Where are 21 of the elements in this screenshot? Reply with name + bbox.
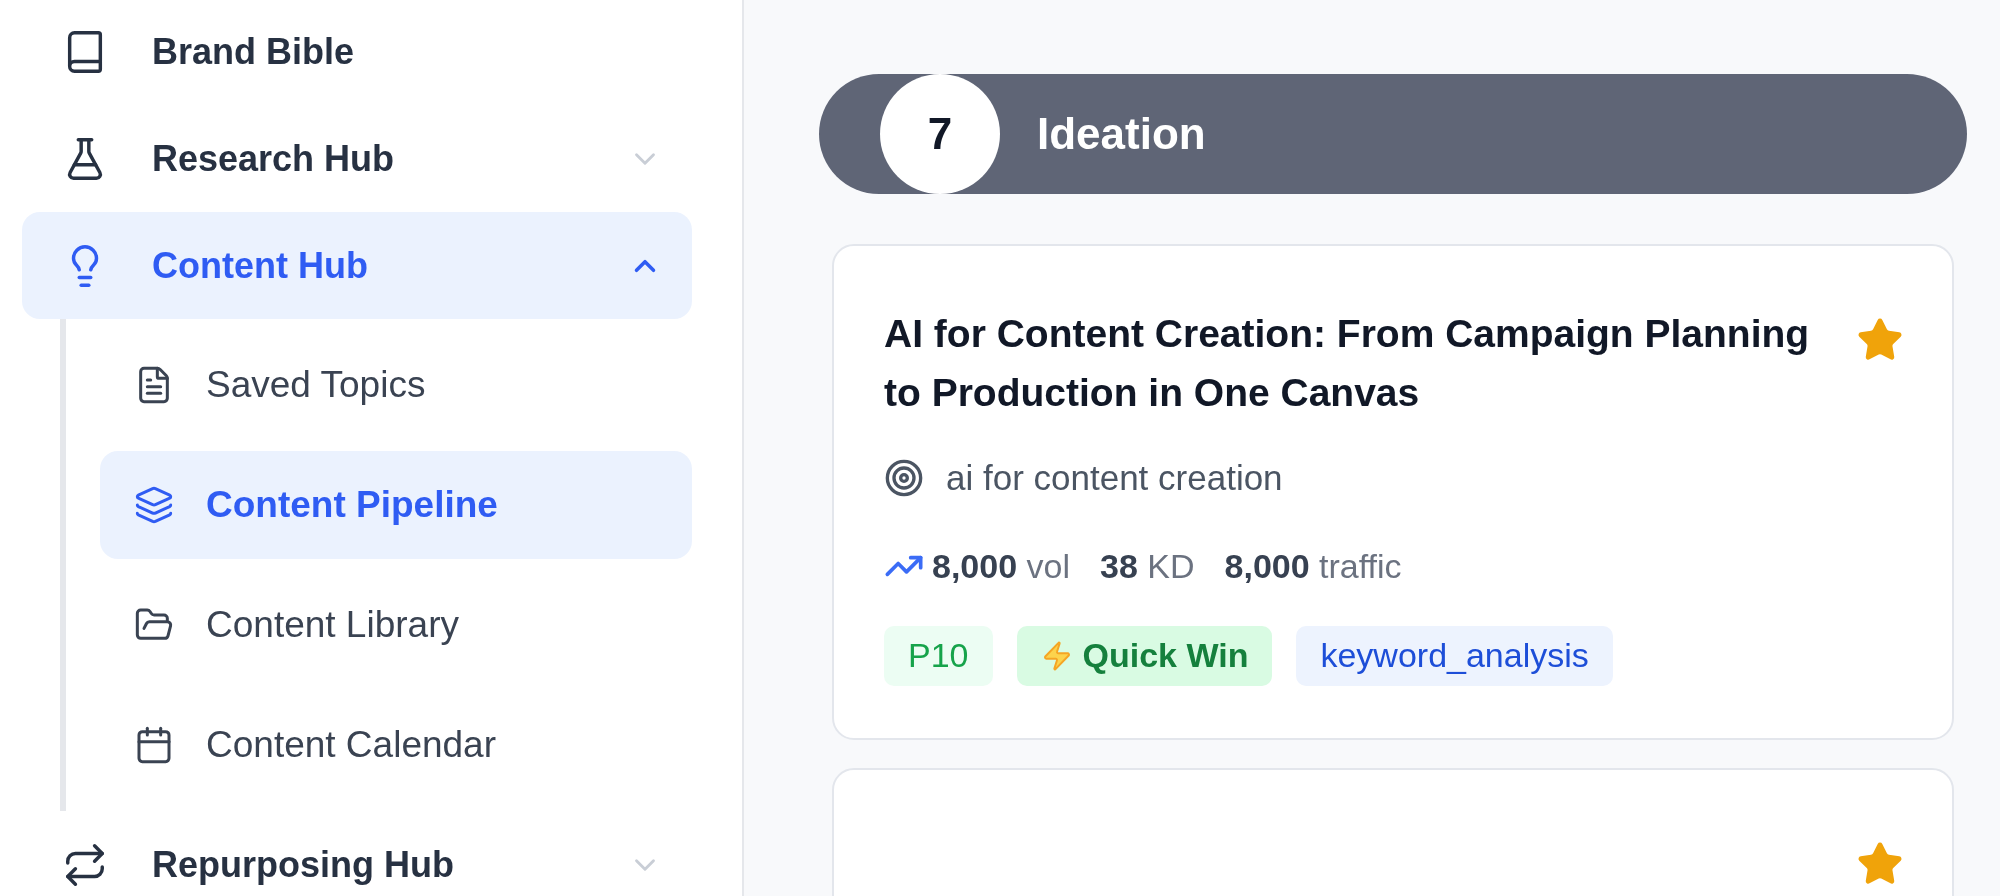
keyword-text: ai for content creation: [946, 457, 1283, 499]
sidebar-item[interactable]: Brand Bible: [22, 0, 692, 105]
topic-card[interactable]: AI for Content Creation: From Campaign Planning to Production in One Canvas ai for content creation 8,000 vol 38 KD 8,000 traffic P10 Quick Win keyword_analysis: [832, 244, 1954, 740]
layers-icon: [134, 485, 174, 525]
tag: Quick Win: [1016, 625, 1273, 686]
stat-text: 8,000 traffic: [1224, 545, 1402, 587]
tag: keyword_analysis: [1296, 625, 1613, 686]
sidebar-item[interactable]: Content Hub: [22, 212, 692, 319]
sidebar-subitem[interactable]: Content Library: [100, 571, 692, 679]
stage-count: 7: [880, 74, 1000, 194]
stat-text: 38 KD: [1100, 545, 1195, 587]
sidebar-subitem[interactable]: Content Pipeline: [100, 451, 692, 559]
sidebar-subitem[interactable]: Saved Topics: [100, 331, 692, 439]
sidebar-item[interactable]: Research Hub: [22, 105, 692, 212]
card-title: AI for Content Creation: From Campaign Planning to Production in One Canvas: [884, 311, 1811, 416]
sidebar-item[interactable]: Repurposing Hub: [22, 811, 692, 896]
target-icon: [884, 458, 924, 499]
stage-title: Ideation: [1037, 108, 1206, 160]
sidebar-subitem[interactable]: Content Calendar: [100, 691, 692, 799]
tag: P10: [884, 625, 993, 686]
stat-text: 8,000 vol: [932, 545, 1070, 587]
